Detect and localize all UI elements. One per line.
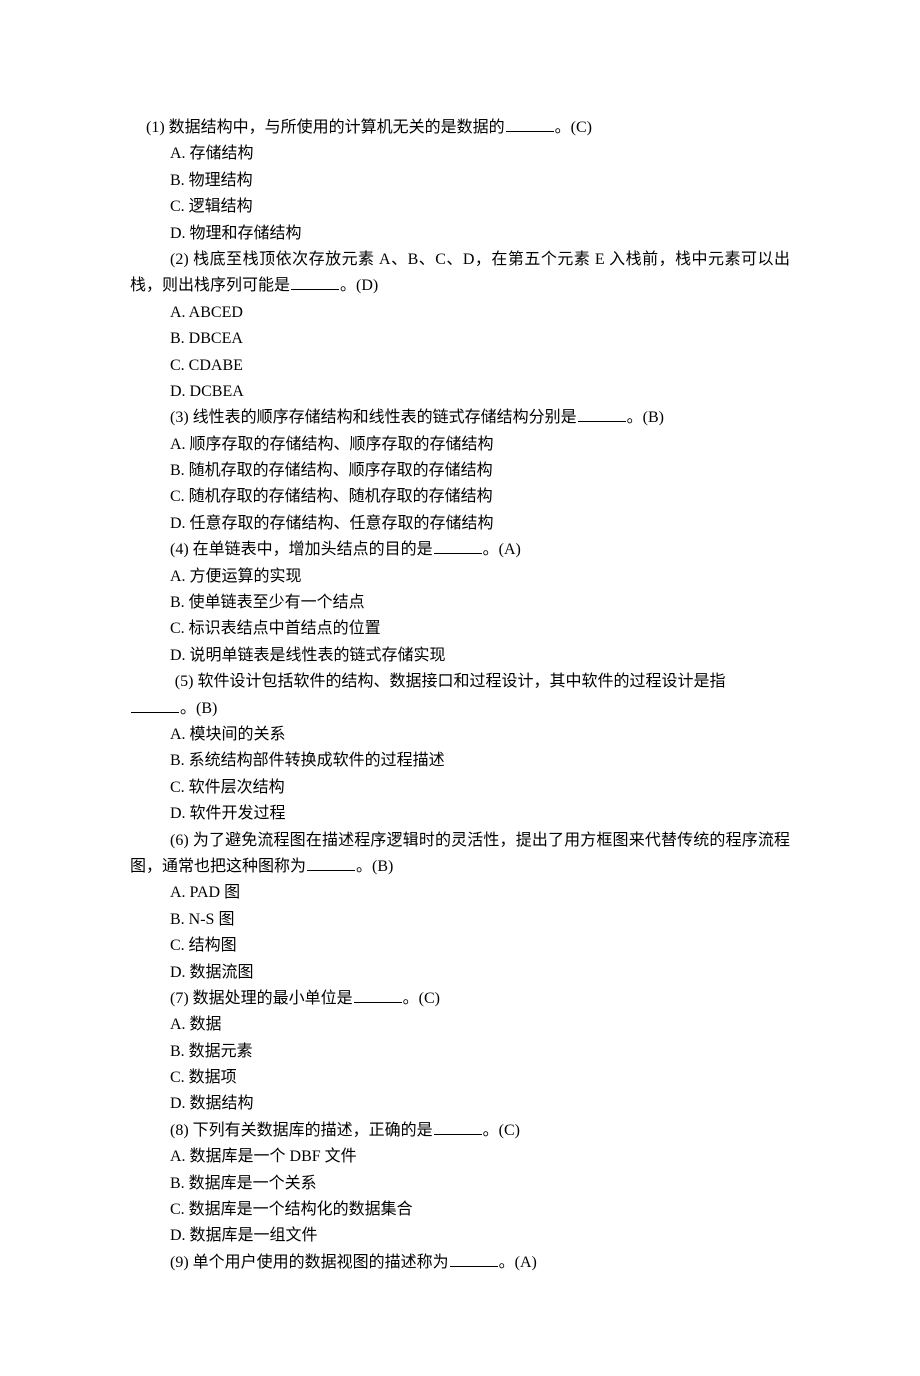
- option: D. 数据库是一组文件: [130, 1223, 790, 1249]
- option: C. 数据库是一个结构化的数据集合: [130, 1197, 790, 1223]
- option: B. DBCEA: [130, 326, 790, 352]
- blank: [450, 1251, 498, 1266]
- blank: [131, 697, 179, 712]
- question-number: (6): [170, 832, 193, 849]
- question-text: 数据处理的最小单位是: [193, 990, 353, 1007]
- option: C. 数据项: [130, 1065, 790, 1091]
- option: B. 物理结构: [130, 168, 790, 194]
- question-stem: (3) 线性表的顺序存储结构和线性表的链式存储结构分别是 。(B): [130, 405, 790, 431]
- option: D. 数据结构: [130, 1091, 790, 1117]
- option: D. 说明单链表是线性表的链式存储实现: [130, 643, 790, 669]
- question-answer-tag: 。(A): [483, 541, 521, 558]
- option: A. PAD 图: [130, 880, 790, 906]
- question-answer-tag: 。(B): [356, 858, 393, 875]
- question-text: 单个用户使用的数据视图的描述称为: [193, 1254, 449, 1271]
- blank: [434, 1119, 482, 1134]
- question-stem: (7) 数据处理的最小单位是 。(C): [130, 986, 790, 1012]
- option: B. 系统结构部件转换成软件的过程描述: [130, 748, 790, 774]
- option: A. 模块间的关系: [130, 722, 790, 748]
- blank: [291, 275, 339, 290]
- option: C. CDABE: [130, 353, 790, 379]
- question-number: (1): [146, 119, 169, 136]
- question-text: 栈底至栈顶依次存放元素 A、B、C、D，在第五个元素 E 入栈前，栈中元素可以出…: [130, 251, 790, 294]
- document-page: (1) 数据结构中，与所使用的计算机无关的是数据的。(C)A. 存储结构B. 物…: [0, 0, 920, 1376]
- option: B. 数据库是一个关系: [130, 1171, 790, 1197]
- question-answer-tag: 。(C): [403, 990, 440, 1007]
- option: C. 随机存取的存储结构、随机存取的存储结构: [130, 484, 790, 510]
- question-answer-tag: 。(A): [499, 1254, 537, 1271]
- question-stem-tail: 。(B): [130, 696, 790, 722]
- blank: [506, 117, 554, 132]
- question-answer-tag: 。(D): [340, 277, 378, 294]
- question-answer-tag: 。(C): [555, 119, 592, 136]
- question-text: 数据结构中，与所使用的计算机无关的是数据的: [169, 119, 505, 136]
- blank: [307, 856, 355, 871]
- option: A. 数据: [130, 1012, 790, 1038]
- option: A. 存储结构: [130, 141, 790, 167]
- blank: [434, 539, 482, 554]
- question-text: 软件设计包括软件的结构、数据接口和过程设计，其中软件的过程设计是指: [197, 673, 725, 690]
- option: C. 标识表结点中首结点的位置: [130, 616, 790, 642]
- option: A. 方便运算的实现: [130, 564, 790, 590]
- question-answer-tag: 。(B): [180, 700, 217, 717]
- option: C. 结构图: [130, 933, 790, 959]
- option: A. 数据库是一个 DBF 文件: [130, 1144, 790, 1170]
- option: B. 使单链表至少有一个结点: [130, 590, 790, 616]
- question-text: 下列有关数据库的描述，正确的是: [193, 1122, 433, 1139]
- blank: [354, 988, 402, 1003]
- option: C. 逻辑结构: [130, 194, 790, 220]
- question-number: (4): [170, 541, 193, 558]
- question-number: (5): [175, 673, 198, 690]
- option: B. N-S 图: [130, 907, 790, 933]
- question-number: (7): [170, 990, 193, 1007]
- question-stem: (2) 栈底至栈顶依次存放元素 A、B、C、D，在第五个元素 E 入栈前，栈中元…: [130, 247, 790, 300]
- question-text: 在单链表中，增加头结点的目的是: [193, 541, 433, 558]
- question-stem: (9) 单个用户使用的数据视图的描述称为 。(A): [130, 1250, 790, 1276]
- question-text: 线性表的顺序存储结构和线性表的链式存储结构分别是: [193, 409, 577, 426]
- option: B. 数据元素: [130, 1039, 790, 1065]
- blank: [578, 407, 626, 422]
- option: D. 数据流图: [130, 960, 790, 986]
- question-number: (3): [170, 409, 193, 426]
- option: A. ABCED: [130, 300, 790, 326]
- option: D. 物理和存储结构: [130, 221, 790, 247]
- question-number: (9): [170, 1254, 193, 1271]
- question-answer-tag: 。(C): [483, 1122, 520, 1139]
- question-stem: (5) 软件设计包括软件的结构、数据接口和过程设计，其中软件的过程设计是指: [130, 669, 790, 695]
- question-answer-tag: 。(B): [627, 409, 664, 426]
- question-stem: (8) 下列有关数据库的描述，正确的是 。(C): [130, 1118, 790, 1144]
- question-text: 为了避免流程图在描述程序逻辑时的灵活性，提出了用方框图来代替传统的程序流程图，通…: [130, 832, 790, 875]
- option: D. 软件开发过程: [130, 801, 790, 827]
- option: B. 随机存取的存储结构、顺序存取的存储结构: [130, 458, 790, 484]
- question-stem: (1) 数据结构中，与所使用的计算机无关的是数据的 。(C): [130, 115, 790, 141]
- question-number: (8): [170, 1122, 193, 1139]
- question-number: (2): [170, 251, 193, 268]
- option: A. 顺序存取的存储结构、顺序存取的存储结构: [130, 432, 790, 458]
- option: D. 任意存取的存储结构、任意存取的存储结构: [130, 511, 790, 537]
- question-stem: (6) 为了避免流程图在描述程序逻辑时的灵活性，提出了用方框图来代替传统的程序流…: [130, 828, 790, 881]
- option: C. 软件层次结构: [130, 775, 790, 801]
- option: D. DCBEA: [130, 379, 790, 405]
- question-stem: (4) 在单链表中，增加头结点的目的是 。(A): [130, 537, 790, 563]
